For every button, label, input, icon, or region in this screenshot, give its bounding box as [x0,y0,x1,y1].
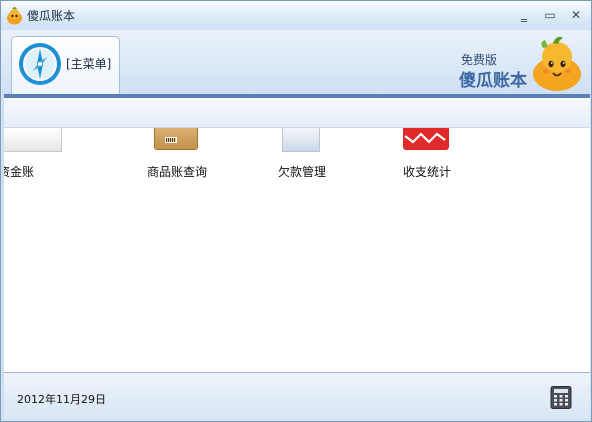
tab-main-menu[interactable]: [主菜单] [11,36,120,96]
close-button[interactable]: ✕ [567,7,585,23]
barcode-icon [165,137,177,143]
status-bar: 2012年11月29日 [4,372,590,420]
app-window: 傻瓜账本 ‗ ▭ ✕ [主菜单] 免费版 傻瓜账本 金账 商品账查询 欠款管理 … [0,0,592,422]
module-label: 收支统计 [403,165,452,179]
main-menu-panel: 资金账 商品账查询 欠款管理 收支统计 [4,94,590,372]
status-date: 2012年11月29日 [17,393,106,406]
zigzag-line-icon [404,132,446,144]
module-label: 欠款管理 [278,165,327,179]
maximize-button[interactable]: ▭ [541,7,559,23]
compass-icon [19,43,61,85]
title-bar[interactable]: 傻瓜账本 ‗ ▭ ✕ [1,1,591,30]
document-icon [282,128,320,152]
app-logo-icon [7,6,22,25]
panel-header [4,98,590,128]
brand-name: 傻瓜账本 [459,71,527,91]
header-bar: [主菜单] 免费版 傻瓜账本 [1,30,591,96]
module-label: 商品账查询 [147,165,208,179]
minimize-button[interactable]: ‗ [515,7,533,23]
module-label: 资金账 [4,165,35,179]
barcode-box-icon [154,128,198,150]
window-title: 傻瓜账本 [27,9,76,23]
calculator-icon[interactable] [550,386,572,409]
mascot-gourd-logo [533,36,581,91]
ledger-icon [4,128,62,152]
chart-card-icon [403,128,449,150]
tab-main-menu-label: [主菜单] [66,57,112,71]
